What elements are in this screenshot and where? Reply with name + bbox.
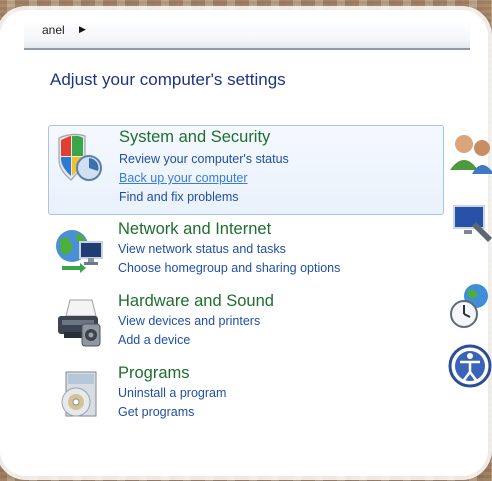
link-homegroup-sharing[interactable]: Choose homegroup and sharing options (118, 261, 340, 275)
link-add-device[interactable]: Add a device (118, 333, 190, 347)
link-get-programs[interactable]: Get programs (118, 405, 194, 419)
category-title[interactable]: Hardware and Sound (118, 292, 274, 311)
category-title[interactable]: Network and Internet (118, 220, 271, 239)
programs-icon (61, 371, 97, 417)
category-title[interactable]: Programs (118, 364, 190, 383)
address-bar[interactable]: anel ▶ (24, 20, 470, 50)
breadcrumb-control-panel[interactable]: anel (42, 23, 65, 37)
category-programs[interactable]: Programs Uninstall a program Get program… (48, 362, 444, 424)
ease-of-access-icon[interactable] (448, 342, 492, 390)
link-uninstall-program[interactable]: Uninstall a program (118, 386, 226, 400)
link-back-up-computer[interactable]: Back up your computer (119, 171, 248, 185)
category-system-and-security[interactable]: System and Security Review your computer… (48, 125, 444, 215)
category-network-and-internet[interactable]: Network and Internet View network status… (48, 218, 444, 280)
appearance-icon[interactable] (448, 200, 492, 248)
link-review-status[interactable]: Review your computer's status (119, 152, 289, 166)
link-find-fix-problems[interactable]: Find and fix problems (119, 190, 239, 204)
category-hardware-and-sound[interactable]: Hardware and Sound View devices and prin… (48, 290, 444, 352)
perforated-edge (2, 40, 8, 446)
link-devices-printers[interactable]: View devices and printers (118, 314, 260, 328)
clock-language-region-icon[interactable] (448, 280, 492, 328)
category-title[interactable]: System and Security (119, 128, 270, 147)
breadcrumb-arrow-icon[interactable]: ▶ (79, 24, 86, 35)
page-title: Adjust your computer's settings (50, 70, 286, 89)
shield-icon (58, 133, 102, 181)
user-accounts-icon[interactable] (448, 130, 492, 178)
link-view-network-status[interactable]: View network status and tasks (118, 242, 286, 256)
network-icon (56, 230, 103, 273)
printer-icon (58, 299, 101, 347)
